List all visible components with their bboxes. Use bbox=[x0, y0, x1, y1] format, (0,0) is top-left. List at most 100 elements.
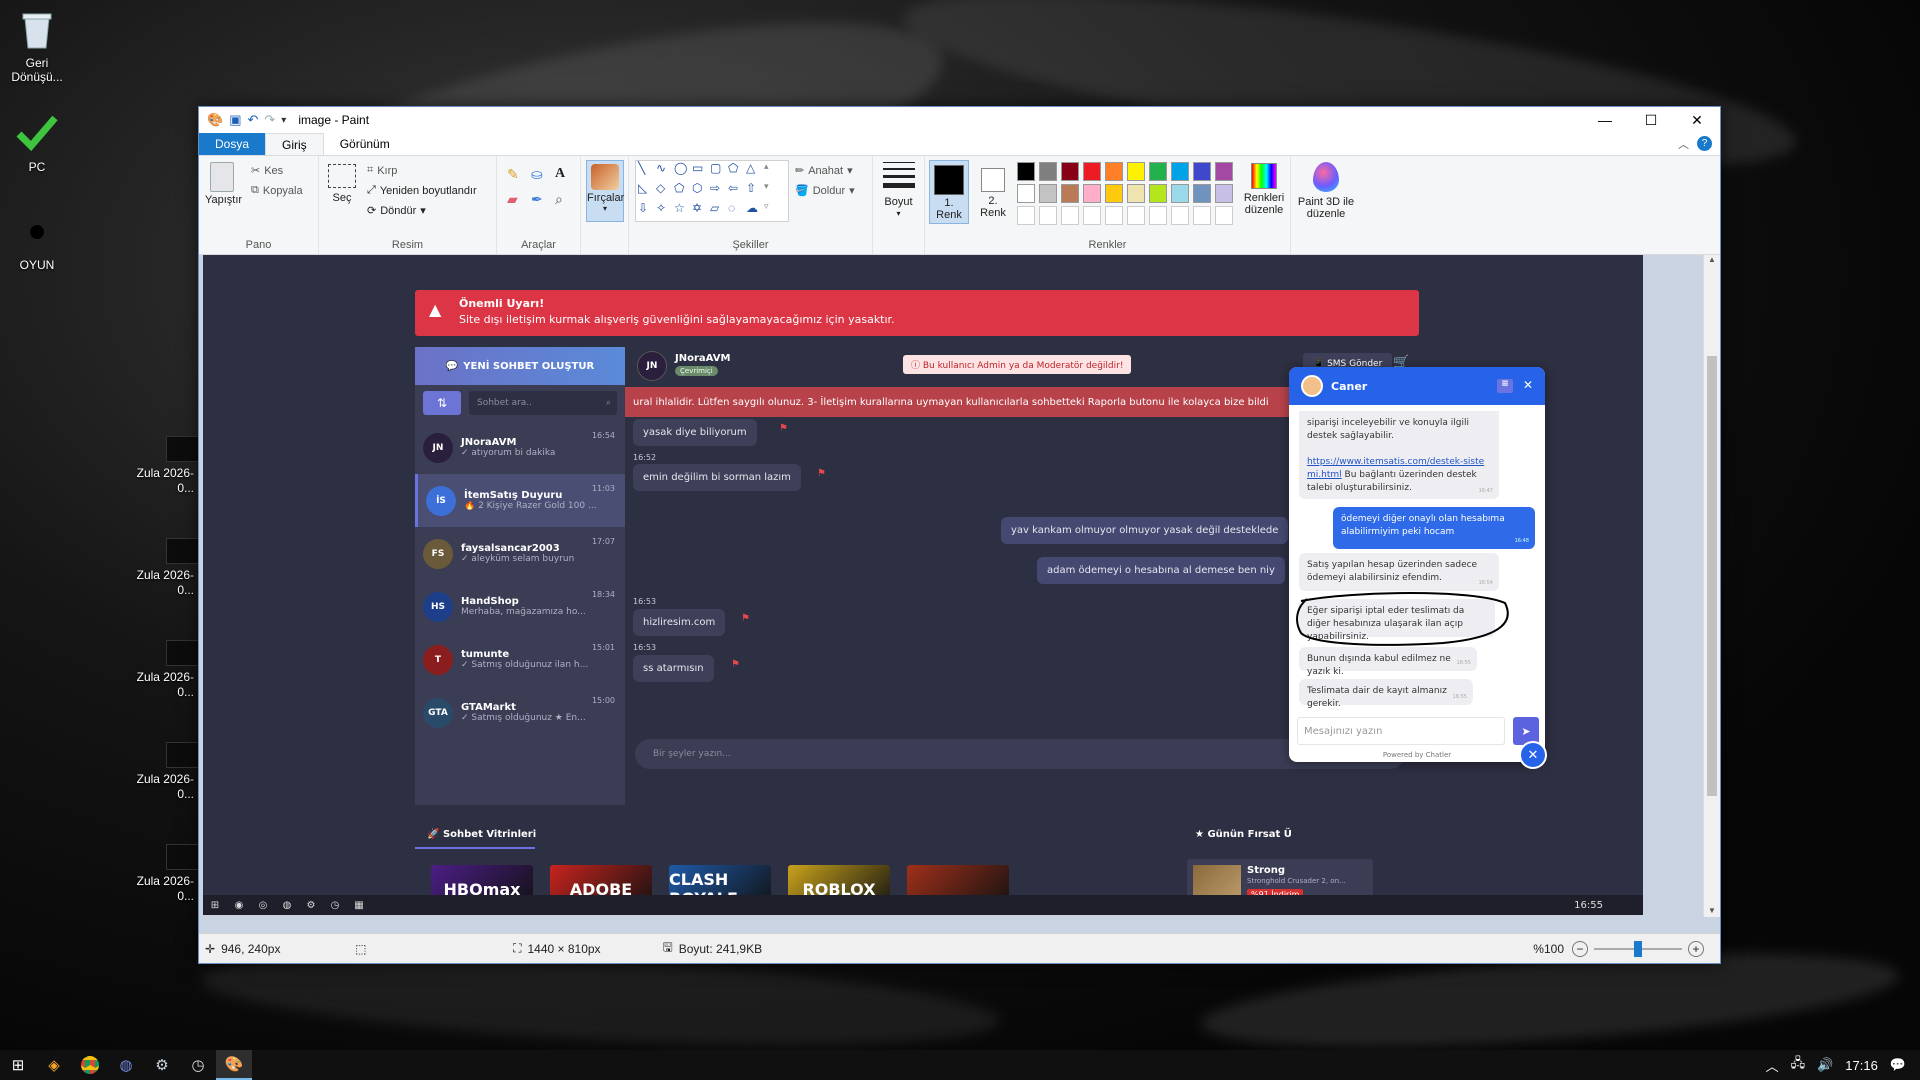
color1-button[interactable]: 1. Renk bbox=[929, 160, 969, 224]
cut-button[interactable]: ✂ Kes bbox=[251, 160, 283, 181]
volume-icon[interactable]: 🔊 bbox=[1817, 1057, 1833, 1073]
save-icon[interactable]: ▣ bbox=[229, 112, 241, 128]
diamond-shape-icon[interactable]: ◇ bbox=[656, 181, 674, 201]
palette-swatch[interactable] bbox=[1149, 184, 1167, 203]
palette-swatch[interactable] bbox=[1149, 162, 1167, 181]
minimize-button[interactable]: — bbox=[1582, 107, 1628, 133]
arrow-down-shape-icon[interactable]: ⇩ bbox=[638, 201, 656, 221]
palette-swatch[interactable] bbox=[1127, 162, 1145, 181]
color-picker-icon[interactable]: ✒ bbox=[531, 191, 553, 208]
desktop-thumb[interactable]: Zula 2026-0... bbox=[120, 640, 200, 700]
resize-button[interactable]: ⤢ Yeniden boyutlandır bbox=[367, 180, 477, 201]
right-triangle-shape-icon[interactable]: ◺ bbox=[638, 181, 656, 201]
taskbar-chrome-button[interactable] bbox=[72, 1050, 108, 1080]
zoom-in-button[interactable]: + bbox=[1688, 940, 1704, 957]
arrow-left-shape-icon[interactable]: ⇦ bbox=[728, 181, 746, 201]
curve-shape-icon[interactable]: ∿ bbox=[656, 161, 674, 181]
desktop-icon-pc[interactable]: PC bbox=[0, 112, 74, 174]
palette-swatch-empty[interactable] bbox=[1061, 206, 1079, 225]
network-icon[interactable]: 🖧 bbox=[1791, 1054, 1806, 1076]
close-button[interactable]: ✕ bbox=[1674, 107, 1720, 133]
tab-view[interactable]: Görünüm bbox=[324, 133, 406, 155]
triangle-shape-icon[interactable]: △ bbox=[746, 161, 764, 181]
scroll-shapes-icon[interactable]: ▾ bbox=[764, 181, 782, 201]
palette-swatch[interactable] bbox=[1039, 184, 1057, 203]
pentagon-shape-icon[interactable]: ⬠ bbox=[674, 181, 692, 201]
taskbar-paint-button[interactable]: 🎨 bbox=[216, 1050, 252, 1080]
palette-swatch[interactable] bbox=[1127, 184, 1145, 203]
help-icon[interactable]: ? bbox=[1697, 136, 1712, 151]
fill-bucket-icon[interactable]: ⛀ bbox=[531, 166, 553, 183]
report-flag-icon[interactable]: ⚑ bbox=[817, 468, 826, 479]
palette-swatch[interactable] bbox=[1083, 162, 1101, 181]
edit-colors-button[interactable]: Renkleri düzenle bbox=[1239, 160, 1289, 216]
zoom-slider-thumb[interactable] bbox=[1634, 940, 1642, 957]
report-flag-icon[interactable]: ⚑ bbox=[741, 613, 750, 624]
palette-swatch[interactable] bbox=[1171, 162, 1189, 181]
taskbar-steam-button[interactable]: ⚙ bbox=[144, 1050, 180, 1080]
star4-shape-icon[interactable]: ✧ bbox=[656, 201, 674, 221]
palette-swatch[interactable] bbox=[1017, 184, 1035, 203]
conversation-item[interactable]: FS faysalsancar2003 ✓ aleyküm selam buyrun… bbox=[415, 527, 625, 580]
line-shape-icon[interactable]: ╲ bbox=[638, 161, 656, 181]
oval-callout-shape-icon[interactable]: ◌ bbox=[728, 201, 746, 221]
rotate-button[interactable]: ⟳ Döndür ▾ bbox=[367, 200, 426, 221]
widget-close-fab[interactable]: ✕ bbox=[1519, 741, 1547, 769]
text-tool-icon[interactable]: A bbox=[555, 166, 577, 183]
chevron-up-icon[interactable]: ︿ bbox=[1766, 1056, 1779, 1075]
conversation-item[interactable]: İS İtemSatış Duyuru 🔥 2 Kişiye Razer Gold … bbox=[415, 474, 625, 527]
undo-icon[interactable]: ↶ bbox=[247, 112, 258, 128]
customize-chevron-icon[interactable]: ▾ bbox=[281, 115, 286, 126]
windows-start-button[interactable]: ⊞ bbox=[0, 1050, 36, 1080]
taskbar-discord-button[interactable]: ◍ bbox=[108, 1050, 144, 1080]
palette-swatch-empty[interactable] bbox=[1193, 206, 1211, 225]
conversation-item[interactable]: GTA GTAMarkt ✓ Satmış olduğunuz ★ En... 15:… bbox=[415, 686, 625, 739]
pencil-icon[interactable]: ✎ bbox=[507, 166, 529, 183]
palette-swatch[interactable] bbox=[1105, 184, 1123, 203]
paste-button[interactable]: Yapıştır bbox=[205, 162, 242, 206]
close-icon[interactable]: ✕ bbox=[1523, 378, 1533, 392]
desktop-thumb[interactable]: Zula 2026-0... bbox=[120, 436, 200, 496]
arrow-up-shape-icon[interactable]: ⇧ bbox=[746, 181, 764, 201]
brushes-button[interactable]: Fırçalar ▾ bbox=[581, 156, 629, 254]
expand-shapes-icon[interactable]: ▿ bbox=[764, 201, 782, 221]
palette-swatch[interactable] bbox=[1083, 184, 1101, 203]
palette-swatch[interactable] bbox=[1039, 162, 1057, 181]
new-chat-button[interactable]: 💬 YENİ SOHBET OLUŞTUR bbox=[415, 347, 625, 385]
shapes-gallery[interactable]: ╲ ∿ ◯ ▭ ▢ ⬠ △ ▴ ◺ ◇ ⬠ ⬡ ⇨ ⇦ ⇧ ▾ ⇩ ✧ ☆ ✡ ▱ ◌ ☁ ▿ bbox=[635, 160, 789, 222]
outline-dropdown[interactable]: ✏ Anahat ▾ bbox=[795, 160, 853, 181]
star5-shape-icon[interactable]: ☆ bbox=[674, 201, 692, 221]
palette-swatch[interactable] bbox=[1171, 184, 1189, 203]
palette-swatch-empty[interactable] bbox=[1083, 206, 1101, 225]
maximize-button[interactable]: ☐ bbox=[1628, 107, 1674, 133]
crop-button[interactable]: ⌗ Kırp bbox=[367, 160, 397, 181]
size-button[interactable]: Boyut ▾ bbox=[873, 156, 925, 254]
conversation-item[interactable]: Ttumunte ✓ Satmış olduğunuz ilan h... 15:0… bbox=[415, 633, 625, 686]
oval-shape-icon[interactable]: ◯ bbox=[674, 161, 692, 181]
notifications-icon[interactable]: 💬 bbox=[1890, 1057, 1906, 1073]
color2-button[interactable]: 2. Renk bbox=[973, 160, 1013, 224]
desktop-icon-recycle-bin[interactable]: Geri Dönüşü... bbox=[0, 8, 74, 84]
report-flag-icon[interactable]: ⚑ bbox=[731, 659, 740, 670]
pasted-screenshot[interactable]: ▲ Önemli Uyarı! Site dışı iletişim kurma… bbox=[203, 255, 1643, 915]
redo-icon[interactable]: ↷ bbox=[264, 112, 275, 128]
palette-swatch[interactable] bbox=[1215, 162, 1233, 181]
select-button[interactable]: Seç bbox=[325, 164, 359, 204]
clock[interactable]: 17:16 bbox=[1845, 1058, 1878, 1073]
desktop-thumb[interactable]: Zula 2026-0... bbox=[120, 742, 200, 802]
report-flag-icon[interactable]: ⚑ bbox=[779, 423, 788, 434]
collapse-ribbon-icon[interactable]: ︿ bbox=[1678, 136, 1689, 152]
more-shapes-icon[interactable]: ▴ bbox=[764, 161, 782, 181]
palette-swatch[interactable] bbox=[1061, 184, 1079, 203]
rect-shape-icon[interactable]: ▭ bbox=[692, 161, 710, 181]
polygon-shape-icon[interactable]: ⬠ bbox=[728, 161, 746, 181]
desktop-thumb[interactable]: Zula 2026-0... bbox=[120, 538, 200, 598]
palette-swatch[interactable] bbox=[1105, 162, 1123, 181]
zoom-out-button[interactable]: − bbox=[1572, 940, 1588, 957]
scroll-up-arrow[interactable]: ▲ bbox=[1704, 255, 1720, 264]
callout-shape-icon[interactable]: ▱ bbox=[710, 201, 728, 221]
zoom-slider[interactable] bbox=[1594, 940, 1682, 957]
magnifier-icon[interactable]: ⌕ bbox=[555, 191, 577, 208]
tab-file[interactable]: Dosya bbox=[199, 133, 266, 155]
paint3d-button[interactable]: Paint 3D ile düzenle bbox=[1291, 156, 1361, 254]
